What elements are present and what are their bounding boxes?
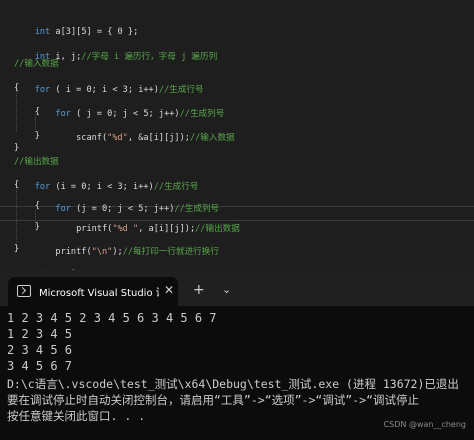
code-line: for ( j = 0; j < 5; j++)//生成列号	[55, 109, 225, 119]
console-output-line: 按任意键关闭此窗口. . .	[7, 409, 146, 423]
console-output-line: 1 2 3 4 5	[7, 327, 73, 341]
watermark: CSDN @wan__cheng	[383, 420, 466, 429]
chevron-down-icon[interactable]: ⌄	[222, 283, 231, 296]
new-tab-button[interactable]: +	[193, 282, 205, 298]
code-editor[interactable]: int a[3][5] = { 0 }; int i, j;//字母 i 遍历行…	[0, 0, 474, 279]
console-output-line: 3 4 5 6 7	[7, 359, 73, 373]
terminal-icon	[17, 285, 31, 297]
code-line: for (i = 0; i < 3; i++)//生成行号	[34, 182, 199, 192]
code-line: for ( i = 0; i < 3; i++)//生成行号	[34, 85, 204, 95]
tab-title: Microsoft Visual Studio 调试控制台	[39, 288, 159, 299]
console-output-line: 1 2 3 4 5 2 3 4 5 6 3 4 5 6 7	[7, 311, 217, 325]
terminal-tab-bar: Microsoft Visual Studio 调试控制台 ✕ + ⌄	[0, 270, 474, 306]
console-output-line: 2 3 4 5 6	[7, 343, 73, 357]
console-output-line: 要在调试停止时自动关闭控制台，请启用“工具”->“选项”->“调试”->“调试停…	[7, 393, 420, 407]
debug-console-window[interactable]: Microsoft Visual Studio 调试控制台 ✕ + ⌄ 1 2 …	[0, 270, 474, 440]
code-line: for (j = 0; j < 5; j++)//生成列号	[55, 204, 220, 214]
code-line: int a[3][5] = { 0 };	[34, 27, 139, 37]
code-line: scanf("%d", &a[i][j]);//输入数据	[76, 133, 235, 143]
code-line: printf("\n");//每打印一行就进行换行	[55, 247, 219, 257]
close-icon[interactable]: ✕	[164, 283, 174, 297]
code-line: printf("%d ", a[i][j]);//输出数据	[76, 224, 240, 234]
code-line: return 0;	[14, 253, 82, 279]
code-line: int i, j;//字母 i 遍历行，字母 j 遍历列	[34, 52, 218, 62]
code-line: }	[14, 143, 20, 153]
console-output-line: D:\c语言\.vscode\test_测试\x64\Debug\test_测试…	[7, 377, 459, 391]
tab-debug-console[interactable]: Microsoft Visual Studio 调试控制台 ✕	[8, 277, 178, 306]
